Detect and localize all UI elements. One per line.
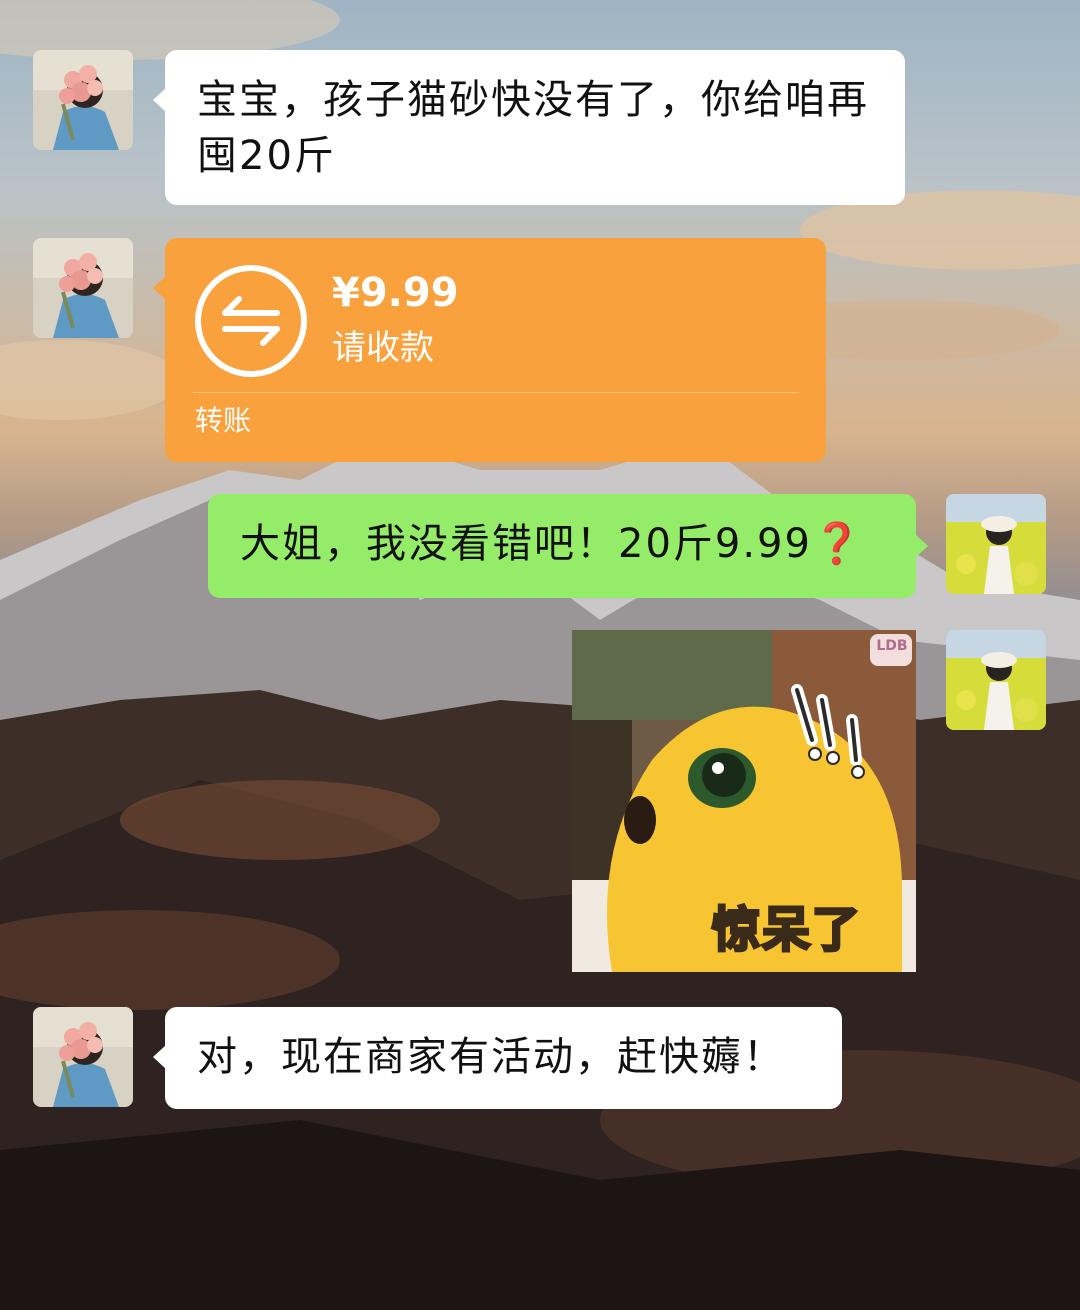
transfer-status: 请收款 (332, 328, 434, 368)
message-text: 对，现在商家有活动，赶快薅！ (197, 1034, 785, 1080)
message-text: 大姐，我没看错吧！20斤9.99 (240, 521, 812, 567)
self-avatar[interactable] (946, 494, 1046, 594)
question-mark-icon: ❓ (811, 521, 864, 567)
contact-avatar[interactable] (33, 50, 133, 150)
message-bubble[interactable]: 对，现在商家有活动，赶快薅！ (153, 1007, 842, 1109)
transfer-arrows-icon (195, 265, 307, 377)
contact-avatar[interactable] (33, 1007, 133, 1107)
transfer-label: 转账 (195, 404, 252, 437)
message-bubble-self[interactable]: 大姐，我没看错吧！20斤9.99❓ (208, 494, 928, 598)
self-avatar[interactable] (946, 630, 1046, 730)
message-bubble[interactable]: 宝宝，孩子猫砂快没有了，你给咱再囤20斤 (153, 50, 905, 205)
sticker-caption: 惊呆了 (710, 901, 863, 960)
contact-avatar[interactable] (33, 238, 133, 338)
sticker-brand: LDB (876, 638, 908, 654)
transfer-divider (193, 392, 798, 393)
transfer-amount: ¥9.99 (332, 270, 459, 316)
message-text: 宝宝，孩子猫砂快没有了，你给咱再囤20斤 (197, 77, 869, 179)
